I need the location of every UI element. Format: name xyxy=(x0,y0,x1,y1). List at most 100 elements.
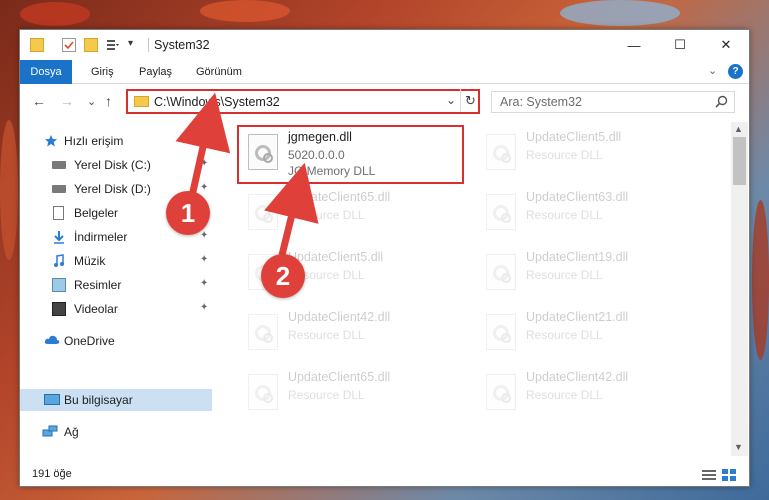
close-button[interactable]: ✕ xyxy=(703,30,749,60)
file-description: Resource DLL xyxy=(288,388,365,402)
sidebar-item-label: Belgeler xyxy=(74,206,119,220)
vertical-scrollbar[interactable]: ▲ ▼ xyxy=(731,122,748,456)
tab-home[interactable]: Giriş xyxy=(91,66,114,78)
dll-file-icon xyxy=(486,134,516,170)
sidebar-item-label: Yerel Disk (D:) xyxy=(74,182,151,196)
video-icon xyxy=(52,302,66,316)
background-leaf xyxy=(200,0,290,22)
folder-icon xyxy=(30,38,44,52)
background-leaf xyxy=(20,2,90,26)
status-bar: 191 öğe xyxy=(20,464,749,486)
file-item[interactable]: UpdateClient5.dll Resource DLL xyxy=(480,128,700,184)
file-item[interactable]: UpdateClient19.dll Resource DLL xyxy=(480,248,700,304)
computer-icon xyxy=(44,394,60,405)
pin-icon[interactable]: ✦ xyxy=(200,278,208,289)
file-name: UpdateClient65.dll xyxy=(288,190,391,204)
sidebar-item-local-disk-c[interactable]: Yerel Disk (C:) ✦ xyxy=(20,154,212,176)
address-bar[interactable]: C:\Windows\System32 ⌄ ↻ xyxy=(126,89,480,114)
file-item[interactable]: UpdateClient65.dll Resource DLL xyxy=(242,188,462,244)
recent-locations-icon[interactable]: ⌄ xyxy=(87,95,96,108)
file-description: Resource DLL xyxy=(526,208,603,222)
ribbon-tabs: Dosya Giriş Paylaş Görünüm ⌄ ? xyxy=(20,60,749,84)
sidebar-item-music[interactable]: Müzik ✦ xyxy=(20,250,212,272)
file-item[interactable]: UpdateClient65.dll Resource DLL xyxy=(242,368,462,424)
quick-access-dropdown-icon[interactable]: ▾ xyxy=(128,38,142,52)
file-item[interactable]: UpdateClient21.dll Resource DLL xyxy=(480,308,700,364)
address-path: C:\Windows\System32 xyxy=(154,95,280,109)
sidebar-item-this-pc[interactable]: Bu bilgisayar xyxy=(20,389,212,411)
scroll-thumb[interactable] xyxy=(733,137,746,185)
pin-icon[interactable]: ✦ xyxy=(200,182,208,193)
sidebar-item-pictures[interactable]: Resimler ✦ xyxy=(20,274,212,296)
cloud-icon xyxy=(44,334,60,348)
pin-icon[interactable]: ✦ xyxy=(200,158,208,169)
sidebar-item-label: Bu bilgisayar xyxy=(64,393,133,407)
properties-icon[interactable] xyxy=(62,38,76,52)
pin-icon[interactable]: ✦ xyxy=(200,254,208,265)
document-icon xyxy=(53,206,64,220)
file-description: Resource DLL xyxy=(288,328,365,342)
pictures-icon xyxy=(52,278,66,292)
search-input[interactable]: Ara: System32 xyxy=(491,91,735,113)
star-icon xyxy=(44,134,58,148)
music-icon xyxy=(52,254,66,268)
download-icon xyxy=(52,230,66,244)
background-leaf xyxy=(560,0,680,26)
tab-file[interactable]: Dosya xyxy=(20,60,72,84)
title-bar: ▾ System32 — ☐ ✕ xyxy=(20,30,749,60)
search-placeholder: Ara: System32 xyxy=(500,95,582,109)
sidebar-item-onedrive[interactable]: OneDrive xyxy=(20,330,212,352)
background-leaf xyxy=(0,120,18,260)
details-view-icon[interactable] xyxy=(702,469,716,481)
pin-icon[interactable]: ✦ xyxy=(200,230,208,241)
dll-file-icon xyxy=(248,314,278,350)
file-item[interactable]: UpdateClient42.dll Resource DLL xyxy=(480,368,700,424)
tiles-view-icon[interactable] xyxy=(722,469,736,481)
maximize-button[interactable]: ☐ xyxy=(657,30,703,60)
file-name: UpdateClient5.dll xyxy=(288,250,384,264)
up-arrow-icon[interactable]: ↑ xyxy=(105,93,112,109)
sidebar-item-label: Yerel Disk (C:) xyxy=(74,158,151,172)
sidebar-item-network[interactable]: Ağ xyxy=(20,421,212,443)
sidebar-item-videos[interactable]: Videolar ✦ xyxy=(20,298,212,320)
window-title: System32 xyxy=(154,38,210,52)
sidebar-item-label: Ağ xyxy=(64,425,79,439)
sidebar-item-label: Resimler xyxy=(74,278,122,292)
dll-file-icon xyxy=(248,374,278,410)
explorer-window: ▾ System32 — ☐ ✕ Dosya Giriş Paylaş Görü… xyxy=(19,29,750,487)
help-icon[interactable]: ? xyxy=(728,64,743,79)
search-icon xyxy=(715,95,728,111)
ribbon-collapse-icon[interactable]: ⌄ xyxy=(708,64,717,77)
file-description: Resource DLL xyxy=(526,388,603,402)
file-name: UpdateClient5.dll xyxy=(526,130,622,144)
sidebar-item-label: Videolar xyxy=(74,302,118,316)
tab-view[interactable]: Görünüm xyxy=(196,66,242,78)
file-highlight-box xyxy=(237,125,464,184)
sidebar-item-quick-access[interactable]: Hızlı erişim xyxy=(20,130,212,152)
file-item[interactable]: UpdateClient63.dll Resource DLL xyxy=(480,188,700,244)
dll-file-icon xyxy=(248,194,278,230)
minimize-button[interactable]: — xyxy=(611,30,657,60)
file-item[interactable]: UpdateClient42.dll Resource DLL xyxy=(242,308,462,364)
customize-icon[interactable] xyxy=(106,38,120,52)
step-badge-1: 1 xyxy=(166,191,210,235)
drive-icon xyxy=(52,161,66,169)
forward-arrow-icon[interactable]: → xyxy=(60,93,74,109)
file-name: UpdateClient65.dll xyxy=(288,370,391,384)
address-dropdown-icon[interactable]: ⌄ xyxy=(446,93,456,107)
refresh-icon[interactable]: ↻ xyxy=(460,89,480,112)
scroll-down-icon[interactable]: ▼ xyxy=(734,442,743,452)
file-description: Resource DLL xyxy=(526,328,603,342)
file-name: UpdateClient63.dll xyxy=(526,190,629,204)
back-arrow-icon[interactable]: ← xyxy=(32,93,46,109)
file-description: Resource DLL xyxy=(526,268,603,282)
pin-icon[interactable]: ✦ xyxy=(200,302,208,313)
scroll-up-icon[interactable]: ▲ xyxy=(734,124,743,134)
file-description: Resource DLL xyxy=(526,148,603,162)
file-name: UpdateClient42.dll xyxy=(526,370,629,384)
sidebar-item-label: OneDrive xyxy=(64,334,115,348)
dll-file-icon xyxy=(486,254,516,290)
title-separator xyxy=(148,38,149,52)
new-folder-icon[interactable] xyxy=(84,38,98,52)
tab-share[interactable]: Paylaş xyxy=(139,66,172,78)
